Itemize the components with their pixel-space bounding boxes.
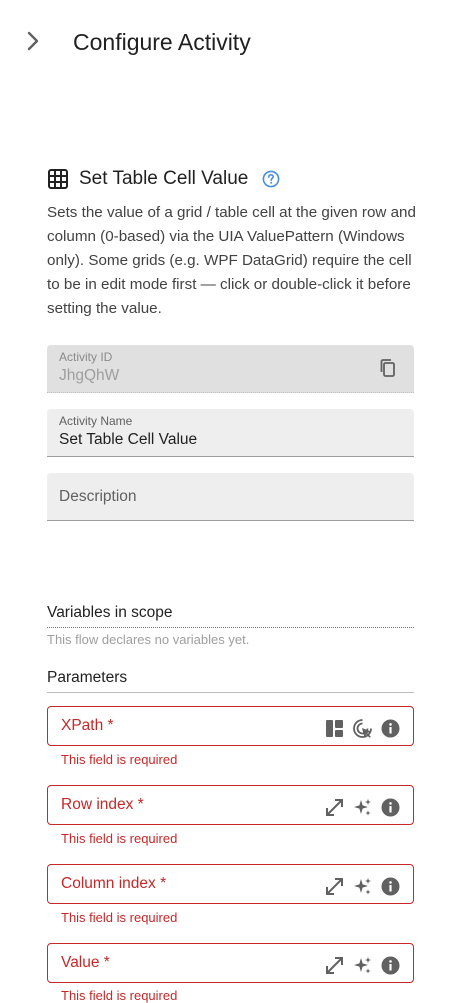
copy-icon[interactable] xyxy=(378,358,398,378)
sparkles-icon[interactable] xyxy=(352,797,373,818)
column-index-field-actions xyxy=(324,876,401,897)
info-icon[interactable] xyxy=(380,876,401,897)
expand-icon[interactable] xyxy=(324,876,345,897)
sparkles-icon[interactable] xyxy=(352,955,373,976)
row-index-error: This field is required xyxy=(61,831,178,846)
activity-heading: Set Table Cell Value xyxy=(47,166,280,192)
sparkles-icon[interactable] xyxy=(352,876,373,897)
panel-header: Configure Activity xyxy=(0,0,470,84)
description-label: Description xyxy=(59,488,137,505)
column-index-label: Column index * xyxy=(61,875,167,892)
xpath-field[interactable]: XPath * xyxy=(47,706,414,746)
activity-description: Sets the value of a grid / table cell at… xyxy=(47,204,416,317)
column-index-error: This field is required xyxy=(61,910,178,925)
activity-name-field[interactable]: Activity Name Set Table Cell Value xyxy=(47,409,414,457)
table-grid-icon xyxy=(48,169,68,189)
collapse-panel-button[interactable] xyxy=(20,28,46,54)
xpath-label: XPath * xyxy=(61,717,114,734)
element-picker-icon[interactable] xyxy=(352,718,373,739)
column-index-field[interactable]: Column index * xyxy=(47,864,414,904)
xpath-error: This field is required xyxy=(61,752,178,767)
activity-id-field: Activity ID JhgQhW xyxy=(47,345,414,393)
description-field[interactable]: Description xyxy=(47,473,414,521)
activity-id-label: Activity ID xyxy=(59,350,113,364)
page-title: Configure Activity xyxy=(73,29,251,55)
info-icon[interactable] xyxy=(380,797,401,818)
xpath-field-actions xyxy=(324,718,401,739)
layout-icon[interactable] xyxy=(324,718,345,739)
value-field[interactable]: Value * xyxy=(47,943,414,983)
activity-title: Set Table Cell Value xyxy=(79,168,249,189)
chevron-right-icon xyxy=(27,31,39,51)
info-icon[interactable] xyxy=(380,718,401,739)
activity-name-input[interactable]: Set Table Cell Value xyxy=(59,431,359,449)
help-circle-icon[interactable] xyxy=(262,170,280,188)
activity-name-label: Activity Name xyxy=(59,414,133,428)
parameters-section-title: Parameters xyxy=(47,668,414,693)
row-index-field-actions xyxy=(324,797,401,818)
row-index-field[interactable]: Row index * xyxy=(47,785,414,825)
value-label: Value * xyxy=(61,954,110,971)
variables-section-title: Variables in scope xyxy=(47,603,414,628)
row-index-label: Row index * xyxy=(61,796,144,813)
value-error: This field is required xyxy=(61,988,178,1003)
variables-empty-text: This flow declares no variables yet. xyxy=(47,632,250,647)
value-field-actions xyxy=(324,955,401,976)
expand-icon[interactable] xyxy=(324,797,345,818)
expand-icon[interactable] xyxy=(324,955,345,976)
info-icon[interactable] xyxy=(380,955,401,976)
activity-id-value: JhgQhW xyxy=(59,367,120,384)
